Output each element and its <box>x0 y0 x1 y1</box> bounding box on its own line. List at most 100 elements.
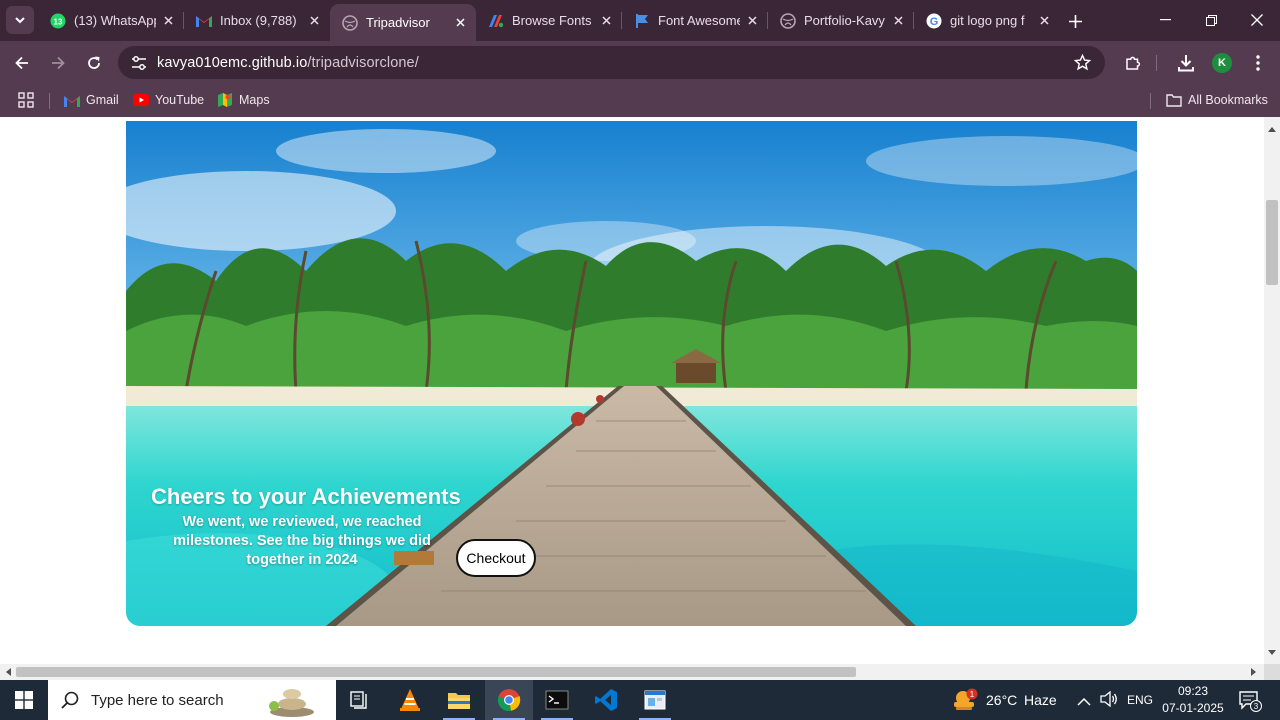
all-bookmarks-label: All Bookmarks <box>1188 93 1268 107</box>
weather-icon: 1 <box>954 688 978 710</box>
close-icon[interactable] <box>452 15 468 31</box>
horizontal-scroll-thumb[interactable] <box>16 667 856 677</box>
scroll-right-icon[interactable] <box>1251 668 1257 676</box>
bookmarks-bar: Gmail YouTube Maps All Bookmarks <box>0 84 1280 117</box>
taskbar-chrome[interactable] <box>485 680 533 720</box>
tab-whatsapp[interactable]: 13 (13) WhatsApp <box>38 5 184 36</box>
folder-icon <box>1166 92 1182 108</box>
notification-center-button[interactable]: 3 <box>1238 689 1262 718</box>
checkout-button[interactable]: Checkout <box>456 539 536 577</box>
hero-subtitle: We went, we reviewed, we reached milesto… <box>173 514 431 568</box>
vscode-icon <box>595 689 617 711</box>
language-indicator[interactable]: ENG <box>1127 693 1153 707</box>
puzzle-icon <box>1126 56 1141 70</box>
folder-icon <box>448 693 470 709</box>
scroll-up-icon[interactable] <box>1268 126 1276 134</box>
site-info-icon[interactable] <box>131 55 147 76</box>
restore-button[interactable] <box>1188 0 1234 40</box>
apps-grid-icon <box>18 92 34 108</box>
taskbar-vscode[interactable] <box>582 680 630 720</box>
profile-button[interactable]: K <box>1208 49 1236 77</box>
tab-title: (13) WhatsApp <box>74 13 156 28</box>
start-button[interactable] <box>0 680 48 720</box>
address-bar[interactable]: kavya010emc.github.io/tripadvisorclone/ <box>118 46 1105 79</box>
close-icon[interactable] <box>1036 13 1052 29</box>
close-icon <box>1251 14 1263 26</box>
tab-title: Font Awesome <box>658 13 740 28</box>
avatar: K <box>1212 53 1232 73</box>
tab-gmail[interactable]: Inbox (9,788) <box>184 5 330 36</box>
tab-title: Inbox (9,788) <box>220 13 297 28</box>
system-clock[interactable]: 09:23 07-01-2025 <box>1158 683 1228 717</box>
bookmark-maps[interactable]: Maps <box>217 92 270 108</box>
close-icon[interactable] <box>598 13 614 29</box>
scroll-left-icon[interactable] <box>5 668 11 676</box>
taskbar-vlc[interactable] <box>386 680 434 720</box>
horizontal-scrollbar[interactable] <box>0 664 1264 680</box>
vlc-icon <box>400 689 420 711</box>
new-tab-button[interactable] <box>1062 8 1088 34</box>
back-button[interactable] <box>8 49 36 77</box>
tab-strip: 13 (13) WhatsApp Inbox (9,788) Tripadvis… <box>0 0 1280 41</box>
tab-title: Portfolio-Kavy <box>804 13 885 28</box>
close-window-button[interactable] <box>1234 0 1280 40</box>
task-view-button[interactable] <box>336 680 384 720</box>
tab-title: Tripadvisor <box>366 15 430 30</box>
chevron-up-icon <box>1077 697 1091 706</box>
forward-button[interactable] <box>44 49 72 77</box>
google-fonts-icon <box>488 13 504 29</box>
chevron-down-icon <box>15 17 25 24</box>
browser-menu-button[interactable] <box>1244 49 1272 77</box>
tab-portfolio[interactable]: Portfolio-Kavy <box>768 5 914 36</box>
clock-time: 09:23 <box>1177 684 1209 698</box>
windows-taskbar: Type here to search 1 26°C Haze ENG 09:2… <box>0 680 1280 720</box>
weather-widget[interactable]: 1 <box>952 688 978 717</box>
downloads-button[interactable] <box>1172 49 1200 77</box>
close-icon[interactable] <box>160 13 176 29</box>
extensions-button[interactable] <box>1119 49 1147 77</box>
taskbar-search[interactable]: Type here to search <box>48 680 336 720</box>
tab-title: Browse Fonts <box>512 13 592 28</box>
show-hidden-icons-button[interactable] <box>1077 694 1091 712</box>
more-vertical-icon <box>1256 55 1260 71</box>
taskbar-window-app[interactable] <box>631 680 679 720</box>
close-icon[interactable] <box>744 13 760 29</box>
google-icon: G <box>926 13 942 29</box>
tab-git-logo[interactable]: G git logo png f <box>914 5 1060 36</box>
svg-text:13: 13 <box>54 17 63 26</box>
maps-icon <box>217 92 233 108</box>
tab-search-button[interactable] <box>6 6 34 34</box>
tab-browse-fonts[interactable]: Browse Fonts <box>476 5 622 36</box>
bookmark-gmail[interactable]: Gmail <box>64 92 119 108</box>
notification-icon: 3 <box>1239 691 1262 712</box>
minimize-button[interactable] <box>1142 0 1188 40</box>
speaker-icon <box>1100 690 1117 708</box>
bookmark-star-icon[interactable] <box>1073 53 1092 76</box>
scroll-down-icon[interactable] <box>1268 650 1276 658</box>
weather-text[interactable]: Haze <box>1024 692 1057 708</box>
all-bookmarks-button[interactable]: All Bookmarks <box>1166 92 1268 108</box>
vertical-scrollbar[interactable] <box>1264 117 1280 664</box>
taskbar-file-explorer[interactable] <box>435 680 483 720</box>
scrollbar-corner <box>1264 664 1280 680</box>
tab-tripadvisor[interactable]: Tripadvisor <box>330 4 476 41</box>
avatar-initial: K <box>1218 57 1226 69</box>
reload-button[interactable] <box>80 49 108 77</box>
apps-button[interactable] <box>18 92 34 108</box>
svg-text:3: 3 <box>1254 702 1259 711</box>
terminal-icon <box>545 690 569 710</box>
tab-font-awesome[interactable]: Font Awesome <box>622 5 768 36</box>
whatsapp-icon: 13 <box>50 13 66 29</box>
taskbar-terminal[interactable] <box>533 680 581 720</box>
download-icon <box>1178 55 1194 72</box>
gmail-icon <box>64 92 80 108</box>
close-icon[interactable] <box>890 13 906 29</box>
close-icon[interactable] <box>306 13 322 29</box>
bookmark-label: YouTube <box>155 93 205 107</box>
zen-stones-icon <box>269 689 314 717</box>
bookmark-youtube[interactable]: YouTube <box>133 92 204 108</box>
volume-button[interactable] <box>1100 690 1118 712</box>
vertical-scroll-thumb[interactable] <box>1266 200 1278 285</box>
browser-toolbar: kavya010emc.github.io/tripadvisorclone/ … <box>0 41 1280 84</box>
weather-temp[interactable]: 26°C <box>986 692 1017 708</box>
